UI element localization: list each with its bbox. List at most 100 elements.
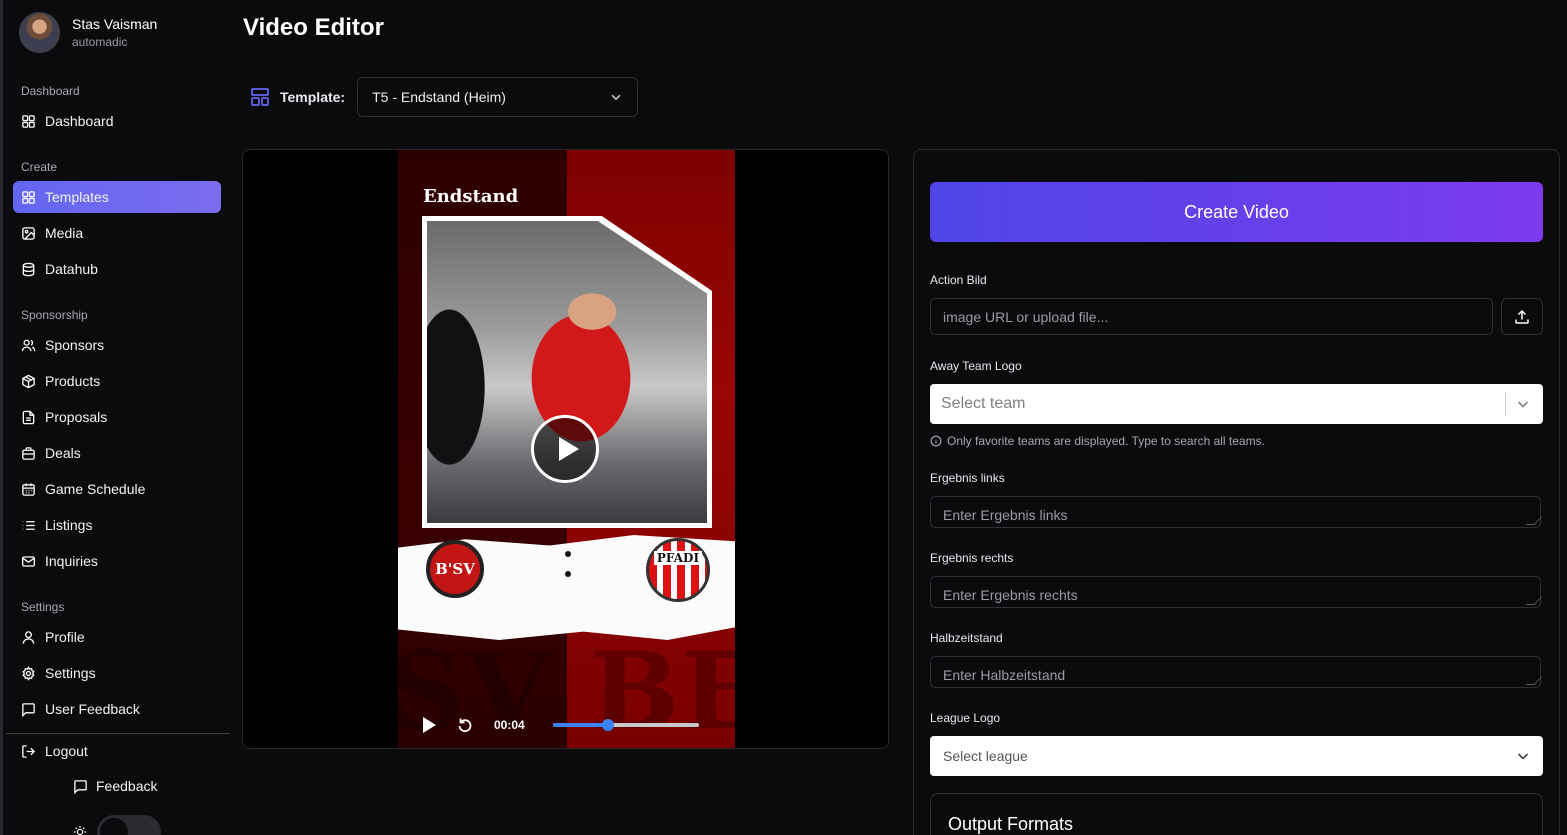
user-profile[interactable]: Stas Vaisman automadic [19,12,157,53]
template-label: Template: [280,89,346,105]
sidebar-item-label: Proposals [45,409,108,425]
chevron-down-icon[interactable] [1515,748,1531,764]
theme-toggle-row [73,815,161,835]
sidebar-item-products[interactable]: Products [13,365,221,397]
template-select[interactable]: T5 - Endstand (Heim) [357,77,639,117]
sidebar-item-label: Profile [45,629,85,645]
sidebar-item-inquiries[interactable]: Inquiries [13,545,221,577]
halbzeitstand-label: Halbzeitstand [930,631,1003,645]
template-select-value: T5 - Endstand (Heim) [372,89,506,105]
sidebar-item-settings[interactable]: Settings [13,657,221,689]
away-team-placeholder: Select team [941,395,1026,412]
away-team-select[interactable]: Select team [930,384,1543,424]
ergebnis-links-input[interactable]: Enter Ergebnis links [930,496,1542,528]
video-time: 00:04 [494,718,525,732]
sidebar-item-label: Listings [45,517,93,533]
away-team-logo-label: Away Team Logo [930,359,1022,373]
theme-toggle[interactable] [97,815,161,835]
sidebar-item-label: Settings [45,665,96,681]
home-team-logo: B'SV [426,540,484,598]
upload-icon [1515,309,1529,324]
message-square-icon [22,702,35,717]
sidebar-item-templates[interactable]: Templates [13,181,221,213]
select-separator [1505,392,1506,416]
page-title: Video Editor [243,14,384,41]
users-icon [21,339,36,351]
sidebar-item-proposals[interactable]: Proposals [13,401,221,433]
league-logo-label: League Logo [930,711,1001,725]
list-icon [22,520,35,530]
mail-icon [22,555,35,567]
ergebnis-links-placeholder: Enter Ergebnis links [943,507,1068,523]
video-title: Endstand [423,186,519,207]
feedback-label: Feedback [96,778,158,794]
section-label-create: Create [21,160,58,174]
video-preview-card: SV BEI Endstand B'SV PFADI 00:04 [242,149,889,749]
sidebar-item-deals[interactable]: Deals [13,437,221,469]
ergebnis-rechts-input[interactable]: Enter Ergebnis rechts [930,576,1542,608]
ergebnis-rechts-label: Ergebnis rechts [930,551,1014,565]
sun-icon [73,825,87,835]
resize-handle[interactable] [1526,677,1542,685]
halbzeitstand-input[interactable]: Enter Halbzeitstand [930,656,1542,688]
sidebar-item-label: Products [45,373,101,389]
create-video-button[interactable]: Create Video [930,182,1543,242]
sidebar-item-datahub[interactable]: Datahub [13,253,221,285]
image-icon [22,226,35,240]
sidebar-item-profile[interactable]: Profile [13,621,221,653]
file-text-icon [22,410,35,424]
user-name: Stas Vaisman [72,16,158,32]
feedback-button[interactable]: Feedback [73,778,157,794]
avatar [19,12,60,53]
sidebar-item-dashboard[interactable]: Dashboard [13,105,221,137]
sidebar-item-user-feedback[interactable]: User Feedback [13,693,221,725]
play-icon[interactable] [423,717,436,733]
sidebar-divider [6,733,230,734]
resize-handle[interactable] [1526,517,1542,525]
output-formats-title: Output Formats [948,814,1074,834]
video-controls: 00:04 [243,710,888,740]
sidebar-item-game-schedule[interactable]: Game Schedule [13,473,221,505]
template-selector-row: Template: T5 - Endstand (Heim) [250,77,639,117]
video-progress-bar[interactable] [553,719,699,731]
upload-button[interactable] [1501,298,1543,335]
away-team-logo: PFADI [646,538,710,602]
chevron-down-icon [611,94,621,101]
sidebar-item-label: Datahub [45,261,98,277]
sidebar-item-label: Inquiries [45,553,98,569]
chevron-down-icon[interactable] [1515,396,1531,412]
sidebar-item-logout[interactable]: Logout [13,735,221,767]
output-formats-card: Output Formats [930,793,1543,835]
video-progress-thumb[interactable] [602,719,615,731]
sidebar-item-listings[interactable]: Listings [13,509,221,541]
user-org: automadic [72,35,128,49]
sidebar-item-label: User Feedback [45,701,140,717]
sidebar-item-label: Game Schedule [45,481,146,497]
database-icon [22,262,35,276]
league-placeholder: Select league [943,748,1028,764]
grid-icon [22,190,35,204]
resize-handle[interactable] [1526,597,1542,605]
sidebar-item-media[interactable]: Media [13,217,221,249]
gear-icon [22,665,35,681]
sidebar-item-sponsors[interactable]: Sponsors [13,329,221,361]
section-label-settings: Settings [21,600,65,614]
sidebar-item-label: Dashboard [45,113,114,129]
action-bild-input[interactable]: image URL or upload file... [930,298,1493,335]
sidebar-item-label: Logout [45,743,88,759]
sidebar-item-label: Sponsors [45,337,105,353]
score-separator-dot [565,571,571,577]
play-overlay-button[interactable] [531,415,599,483]
ergebnis-links-label: Ergebnis links [930,471,1005,485]
action-bild-label: Action Bild [930,273,987,287]
video-form-panel: Create Video Action Bild image URL or up… [913,149,1560,835]
section-label-dashboard: Dashboard [21,84,80,98]
calendar-icon [22,482,35,496]
score-separator-dot [565,551,571,557]
sidebar-item-label: Templates [45,189,109,205]
away-team-hint: Only favorite teams are displayed. Type … [930,434,1265,448]
grid-icon [22,114,35,128]
league-select[interactable]: Select league [930,736,1543,776]
restart-icon[interactable] [456,716,474,734]
halbzeitstand-placeholder: Enter Halbzeitstand [943,667,1066,683]
